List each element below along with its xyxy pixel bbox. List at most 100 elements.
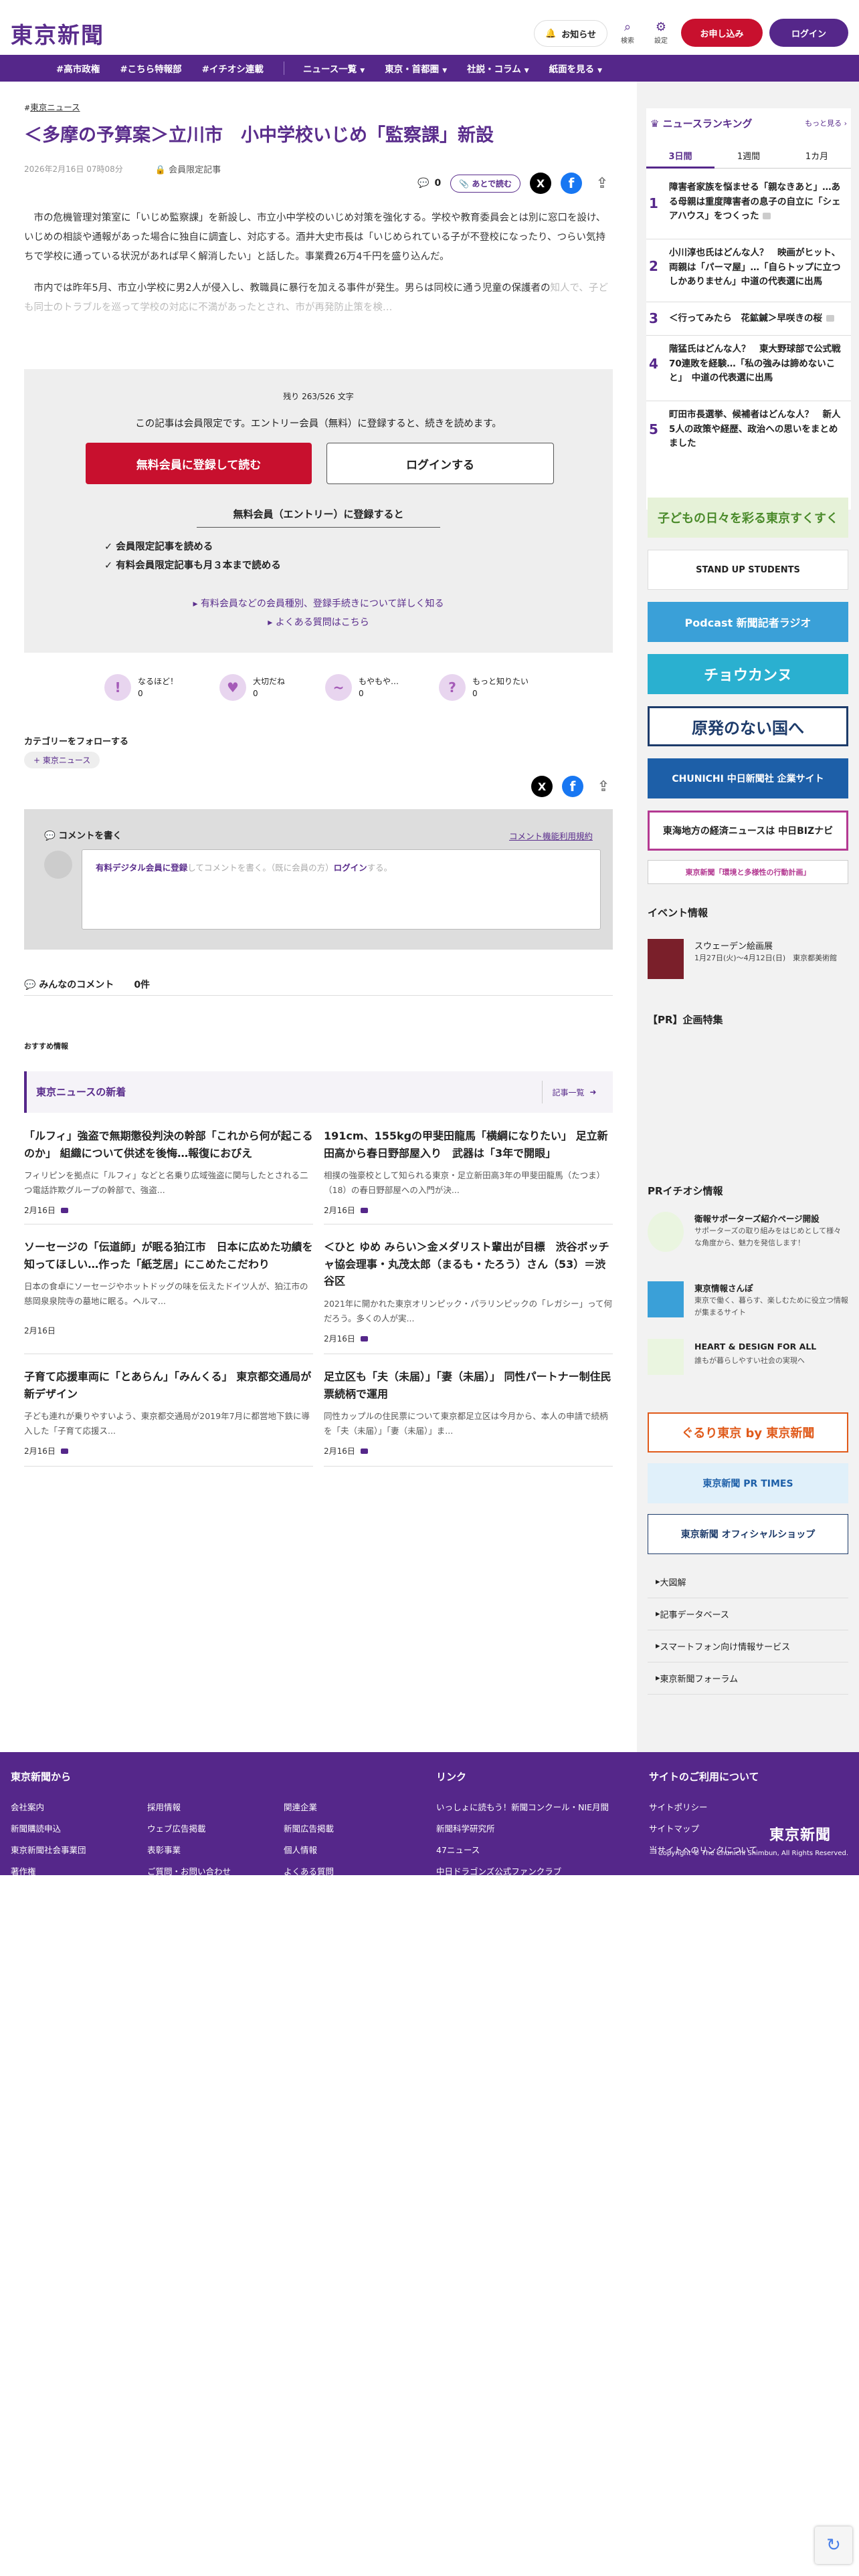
breadcrumb[interactable]: #東京ニュース xyxy=(24,100,613,113)
ranking-item[interactable]: 4 階猛氏はどんな人？ 東大野球部で公式戦70連敗を経験…「私の強みは諦めないこ… xyxy=(646,336,851,401)
footer-link[interactable]: いっしょに読もう！新聞コンクール・NIE月間 xyxy=(436,1800,609,1813)
divider xyxy=(24,995,613,996)
share-icon[interactable]: ⇪ xyxy=(593,776,614,797)
footer-link[interactable]: よくある質問 xyxy=(284,1864,334,1877)
banner-gururi[interactable]: ぐるり東京 by 東京新聞 xyxy=(648,1412,848,1453)
membership-info-link[interactable]: ▸ 有料会員などの会員種別、登録手続きについて詳しく知る xyxy=(24,597,613,610)
bell-icon: 🔔 xyxy=(545,28,557,39)
read-later-button[interactable]: 📎 あとで読む xyxy=(450,174,520,193)
paywall-login-button[interactable]: ログインする xyxy=(326,443,554,484)
news-list-link[interactable]: 記事一覧 ➜ xyxy=(542,1081,606,1103)
nav-ichioshi[interactable]: #イチオシ連載 xyxy=(202,62,264,75)
search-button[interactable]: ⌕ 検索 xyxy=(614,20,641,49)
register-free-button[interactable]: 無料会員に登録して読む xyxy=(86,443,312,484)
recaptcha-icon[interactable]: ↻ xyxy=(815,2527,852,2564)
footer-link[interactable]: ウェブ広告掲載 xyxy=(147,1822,206,1834)
site-logo[interactable]: 東京新聞 xyxy=(11,17,104,49)
x-share-icon[interactable]: X xyxy=(530,173,551,194)
reaction-naruhodo[interactable]: ! なるほど！ 0 xyxy=(104,674,178,701)
banner-biz-navi[interactable]: 東海地方の経済ニュースは 中日BIZナビ xyxy=(648,811,848,851)
follow-tag[interactable]: + 東京ニュース xyxy=(24,752,100,768)
settings-button[interactable]: ⚙ 設定 xyxy=(648,20,674,49)
nav-paper[interactable]: 紙面を見る ▼ xyxy=(549,62,602,75)
pr-item-name[interactable]: 東京情報さんぽ xyxy=(694,1281,848,1294)
ranking-more-link[interactable]: もっと見る › xyxy=(805,118,847,128)
banner-chokanne[interactable]: チョウカンヌ xyxy=(648,654,848,694)
ranking-item[interactable]: 2 小川淳也氏はどんな人？ 映画がヒット、両親は「パーマ屋」…「自らトップに立つ… xyxy=(646,239,851,302)
banner-shop[interactable]: 東京新聞 オフィシャルショップ xyxy=(648,1514,848,1554)
comment-login-link[interactable]: ログイン xyxy=(334,863,367,873)
nav-takaichi[interactable]: #高市政権 xyxy=(56,62,100,75)
pr-image[interactable] xyxy=(648,1212,684,1252)
comment-input[interactable]: 有料デジタル会員に登録してコメントを書く。（既に会員の方）ログインする。 xyxy=(82,849,601,930)
side-link[interactable]: ▸ スマートフォン向け情報サービス xyxy=(648,1630,848,1662)
x-share-icon[interactable]: X xyxy=(531,776,553,797)
tab-1month[interactable]: 1カ月 xyxy=(783,146,851,169)
footer-link[interactable]: サイトマップ xyxy=(649,1822,699,1834)
pr-image[interactable] xyxy=(648,1339,684,1375)
notice-button[interactable]: 🔔 お知らせ xyxy=(534,20,607,47)
footer-link[interactable]: 会社案内 xyxy=(11,1800,44,1813)
event-name[interactable]: スウェーデン絵画展 xyxy=(694,939,773,952)
news-item[interactable]: 足立区も「夫（未届）」「妻（未届）」 同性パートナー制住民票続柄で運用 同性カッ… xyxy=(324,1368,613,1457)
footer-link[interactable]: 採用情報 xyxy=(147,1800,181,1813)
footer-link[interactable]: 著作権 xyxy=(11,1864,36,1877)
footer-link[interactable]: 個人情報 xyxy=(284,1843,317,1856)
footer-link[interactable]: サイトポリシー xyxy=(649,1800,708,1813)
lock-icon xyxy=(763,213,771,220)
side-link[interactable]: ▸ 記事データベース xyxy=(648,1598,848,1630)
banner-pr-times[interactable]: 東京新聞 PR TIMES xyxy=(648,1463,848,1503)
comment-rules-link[interactable]: コメント機能利用規約 xyxy=(509,829,593,842)
paywall: 残り 263/526 文字 この記事は会員限定です。エントリー会員（無料）に登録… xyxy=(24,369,613,653)
footer-col2-title: リンク xyxy=(436,1771,467,1783)
register-digital-link[interactable]: 有料デジタル会員に登録 xyxy=(96,863,187,873)
news-item[interactable]: ＜ひと ゆめ みらい＞金メダリスト輩出が目標 渋谷ボッチャ協会理事・丸茂太郎（ま… xyxy=(324,1239,613,1344)
ranking-item[interactable]: 5 町田市長選挙、候補者はどんな人？ 新人5人の政策や経歴、政治への思いをまとめ… xyxy=(646,401,851,465)
faq-link[interactable]: ▸ よくある質問はこちら xyxy=(24,615,613,629)
footer-link[interactable]: 中日ドラゴンズ公式ファンクラブ xyxy=(436,1864,561,1877)
pr-image[interactable] xyxy=(648,1281,684,1317)
event-image[interactable] xyxy=(648,939,684,979)
apply-button[interactable]: お申し込み xyxy=(681,19,763,47)
news-item[interactable]: 「ルフィ」強盗で無期懲役判決の幹部「これから何が起こるのか」 組織について供述を… xyxy=(24,1128,313,1216)
ranking-item[interactable]: 3 ＜行ってみたら 花鉱鍼＞早咲きの桜 xyxy=(646,302,851,336)
footer-link[interactable]: 東京新聞社会事業団 xyxy=(11,1843,86,1856)
side-link[interactable]: ▸ 大図解 xyxy=(648,1566,848,1598)
banner-stand-up-students[interactable]: STAND UP STUDENTS xyxy=(648,550,848,590)
footer-link[interactable]: 新聞広告掲載 xyxy=(284,1822,334,1834)
pr-item-name[interactable]: HEART & DESIGN FOR ALL xyxy=(694,1341,848,1352)
question-face-icon: ? xyxy=(439,674,466,701)
news-item[interactable]: ソーセージの「伝道師」が眠る狛江市 日本に広めた功績を知ってほしい…作った「紙芝… xyxy=(24,1239,313,1336)
pr-item-name[interactable]: 衛報サポーターズ紹介ページ開設 xyxy=(694,1212,848,1224)
footer-link[interactable]: 表彰事業 xyxy=(147,1843,181,1856)
login-button[interactable]: ログイン xyxy=(769,19,848,47)
footer-link[interactable]: ご質問・お問い合わせ xyxy=(147,1864,231,1877)
nav-editorial[interactable]: 社説・コラム ▼ xyxy=(467,62,529,75)
news-item[interactable]: 子育て応援車両に「とあらん」「みんくる」 東京都交通局が新デザイン 子ども連れが… xyxy=(24,1368,313,1457)
banner-podcast[interactable]: Podcast 新聞記者ラジオ xyxy=(648,602,848,642)
news-header-title: 東京ニュースの新着 xyxy=(36,1086,126,1098)
footer-link[interactable]: 新聞科学研究所 xyxy=(436,1822,495,1834)
comment-count[interactable]: 💬 0 xyxy=(417,178,441,189)
nav-news-list[interactable]: ニュース一覧 ▼ xyxy=(303,62,365,75)
banner-sukusuku[interactable]: 子どもの日々を彩る東京すくすく xyxy=(648,498,848,538)
tab-3days[interactable]: 3日間 xyxy=(646,146,714,169)
banner-action-plan[interactable]: 東京新聞「環境と多様性の行動計画」 xyxy=(648,860,848,884)
nav-tokyo[interactable]: 東京・首都圏 ▼ xyxy=(385,62,447,75)
banner-chunichi[interactable]: CHUNICHI 中日新聞社 企業サイト xyxy=(648,758,848,798)
reaction-moyamoya[interactable]: ~ もやもや… 0 xyxy=(325,674,399,701)
share-icon[interactable]: ⇪ xyxy=(591,173,613,194)
nav-tokuho[interactable]: #こちら特報部 xyxy=(120,62,181,75)
footer-link[interactable]: 関連企業 xyxy=(284,1800,317,1813)
footer-link[interactable]: 新聞購読申込 xyxy=(11,1822,61,1834)
footer-link[interactable]: 47ニュース xyxy=(436,1843,480,1856)
ranking-item[interactable]: 1 障害者家族を悩ませる「親なきあと」…ある母親は重度障害者の息子の自立に「シェ… xyxy=(646,178,851,239)
reaction-motto[interactable]: ? もっと知りたい 0 xyxy=(439,674,529,701)
facebook-share-icon[interactable]: f xyxy=(562,776,583,797)
news-item[interactable]: 191cm、155kgの甲斐田龍馬「横綱になりたい」 足立新田高から春日野部屋入… xyxy=(324,1128,613,1216)
facebook-share-icon[interactable]: f xyxy=(561,173,582,194)
reaction-taisetsu[interactable]: ♥ 大切だね 0 xyxy=(219,674,285,701)
tab-1week[interactable]: 1週間 xyxy=(714,146,783,169)
side-link[interactable]: ▸ 東京新聞フォーラム xyxy=(648,1662,848,1695)
banner-genpatsu[interactable]: 原発のない国へ xyxy=(648,706,848,746)
